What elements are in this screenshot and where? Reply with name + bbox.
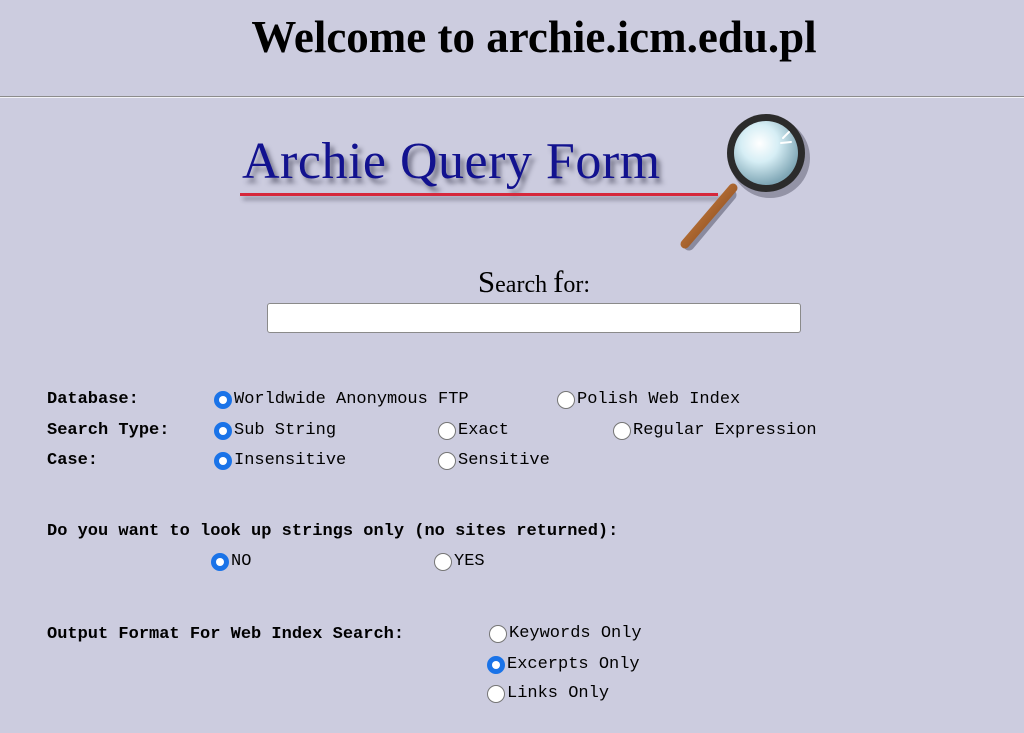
radio-button-selected[interactable] xyxy=(214,422,232,440)
horizontal-rule xyxy=(0,96,1024,98)
radio-button-selected[interactable] xyxy=(214,391,232,409)
logo-underline xyxy=(240,193,718,196)
output-format-label: Output Format For Web Index Search: xyxy=(47,625,405,644)
radio-button[interactable] xyxy=(613,422,631,440)
radio-excerpts-only[interactable]: Excerpts Only xyxy=(487,654,640,676)
radio-exact[interactable]: Exact xyxy=(438,420,509,442)
radio-yes[interactable]: YES xyxy=(434,551,485,573)
radio-button[interactable] xyxy=(438,452,456,470)
radio-links-only[interactable]: Links Only xyxy=(487,683,609,705)
search-type-label: Search Type: xyxy=(47,421,170,440)
case-label: Case: xyxy=(47,451,99,470)
radio-insensitive[interactable]: Insensitive xyxy=(214,450,346,472)
radio-keywords-only[interactable]: Keywords Only xyxy=(489,623,642,645)
search-input[interactable] xyxy=(267,303,801,333)
radio-no[interactable]: NO xyxy=(211,551,251,573)
radio-button-selected[interactable] xyxy=(487,656,505,674)
radio-sensitive[interactable]: Sensitive xyxy=(438,450,550,472)
radio-polish-web-index[interactable]: Polish Web Index xyxy=(557,389,740,411)
magnifying-glass-icon xyxy=(680,114,810,251)
radio-regular-expression[interactable]: Regular Expression xyxy=(613,420,817,442)
radio-button-selected[interactable] xyxy=(211,553,229,571)
radio-button[interactable] xyxy=(489,625,507,643)
radio-button[interactable] xyxy=(487,685,505,703)
database-label: Database: xyxy=(47,390,139,409)
page: Welcome to archie.icm.edu.pl Archie Quer… xyxy=(0,0,1024,733)
radio-sub-string[interactable]: Sub String xyxy=(214,420,336,442)
logo-text: Archie Query Form xyxy=(242,133,661,190)
radio-button[interactable] xyxy=(438,422,456,440)
radio-button[interactable] xyxy=(557,391,575,409)
strings-only-question: Do you want to look up strings only (no … xyxy=(47,522,619,541)
page-title: Welcome to archie.icm.edu.pl xyxy=(251,12,817,62)
search-label: Search for: xyxy=(477,264,591,299)
radio-button-selected[interactable] xyxy=(214,452,232,470)
archie-logo: Archie Query Form xyxy=(236,110,836,260)
radio-button[interactable] xyxy=(434,553,452,571)
radio-worldwide-ftp[interactable]: Worldwide Anonymous FTP xyxy=(214,389,469,411)
